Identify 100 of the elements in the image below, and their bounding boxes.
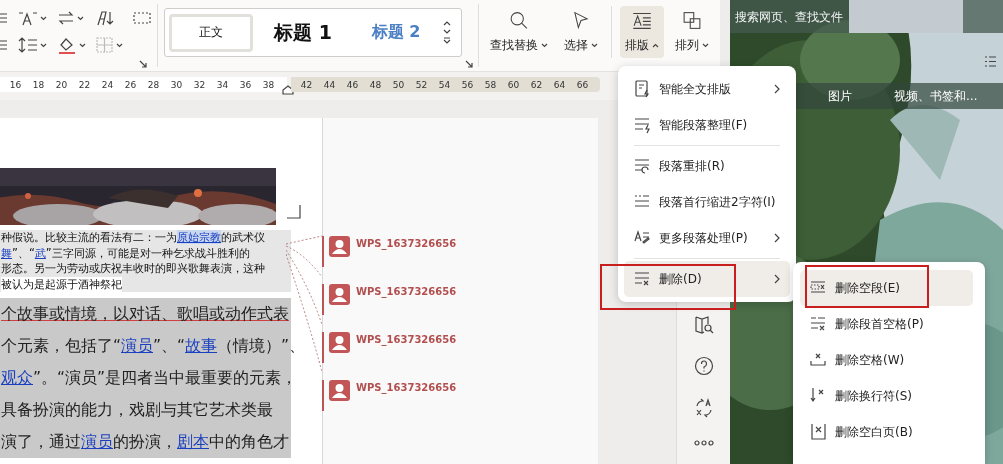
menu-item[interactable]: 智能全文排版: [624, 71, 790, 107]
comment-author: WPS_1637326656: [356, 382, 457, 393]
caret-down-icon: [77, 15, 84, 21]
menu-item[interactable]: 段落首行缩进2字符(I): [624, 184, 790, 220]
style-option[interactable]: 正文: [169, 13, 253, 52]
comment-author: WPS_1637326656: [356, 238, 457, 249]
link[interactable]: 演员: [121, 337, 154, 355]
ruler-number: 54: [437, 79, 452, 90]
link[interactable]: 舞: [1, 245, 12, 260]
ribbon-tool[interactable]: 选择: [559, 6, 603, 58]
ruler-number: 38: [261, 79, 276, 90]
ruler-number: 42: [299, 79, 314, 90]
caret-down-icon: [591, 43, 598, 48]
comment-author: WPS_1637326656: [356, 286, 457, 297]
ruler-number: 18: [31, 79, 46, 90]
caret-up-icon: [652, 43, 659, 48]
caret-down-icon: [541, 43, 548, 48]
link[interactable]: 原始宗教: [177, 230, 221, 244]
fill-color-icon: [57, 36, 77, 54]
ruler-number: 34: [215, 79, 230, 90]
book-search-icon: [693, 314, 714, 334]
text-line: 观众”。“演员”是四者当中最重要的元素，: [1, 368, 298, 389]
delete-format-icon: [810, 423, 826, 441]
dialog-launcher-icon: [139, 60, 147, 68]
tab[interactable]: 图片: [828, 88, 852, 104]
ruler-number: 30: [169, 79, 184, 90]
ribbon-tool[interactable]: 查找替换: [485, 6, 553, 58]
style-option[interactable]: 标题 2: [353, 13, 439, 52]
convert-icon: [57, 11, 75, 25]
delete-format-icon: [634, 270, 650, 288]
ruler-number: 32: [192, 79, 207, 90]
ruler-number: 16: [8, 79, 23, 90]
ruler-number: 36: [238, 79, 253, 90]
ruler-number: 24: [100, 79, 115, 90]
smart-paragraph-icon: [634, 116, 650, 134]
ruler-number: 28: [146, 79, 161, 90]
link[interactable]: 武: [34, 245, 46, 260]
dialog-launcher-icon: [465, 60, 473, 68]
stack-icon: [680, 10, 704, 31]
ruler-number: 56: [460, 79, 475, 90]
ruler-number: 58: [483, 79, 498, 90]
ruler-number: 66: [575, 79, 590, 90]
tab[interactable]: 视频、书签和…: [894, 88, 978, 104]
caret-down-icon: [79, 42, 86, 48]
avatar-icon: [329, 236, 350, 257]
ruler-number: 52: [414, 79, 429, 90]
help-icon: [693, 356, 714, 376]
menu-item[interactable]: 删除换行符(S): [800, 378, 973, 414]
menu-item[interactable]: 段落重排(R): [624, 148, 790, 184]
line-spacing-icon: [18, 37, 38, 53]
menu-item[interactable]: 删除(D): [624, 261, 790, 297]
delete-format-icon: [810, 351, 826, 369]
reflow-icon: [634, 157, 650, 175]
menu-item[interactable]: 删除空段(E): [800, 270, 973, 306]
ruler-number: 46: [345, 79, 360, 90]
avatar-icon: [329, 332, 350, 353]
text-line: 个故事或情境，以对话、歌唱或动作式表: [1, 304, 289, 325]
more-icon: [693, 440, 714, 446]
caret-down-icon: [40, 15, 47, 21]
ruler-number: 64: [552, 79, 567, 90]
menu-item[interactable]: 智能段落整理(F): [624, 107, 790, 143]
smart-document-icon: [634, 80, 650, 98]
ruler-number: 50: [391, 79, 406, 90]
menu-item[interactable]: 更多段落处理(P): [624, 220, 790, 256]
search-placeholder: 搜索网页、查找文件: [734, 8, 843, 25]
menu-item[interactable]: 删除空格(W): [800, 342, 973, 378]
paragraph-line: 形态。另一为劳动或庆祝丰收时的即兴歌舞表演，这种: [1, 261, 265, 277]
ruler-number: 22: [77, 79, 92, 90]
text-line: 演了，通过演员的扮演，剧本中的角色才: [1, 432, 289, 453]
link[interactable]: 故事: [185, 337, 218, 355]
avatar-icon: [329, 380, 350, 401]
caret-down-icon: [702, 43, 709, 48]
search-field[interactable]: 搜索网页、查找文件: [730, 0, 1003, 33]
menu-item[interactable]: 删除空白页(B): [800, 414, 973, 450]
delete-format-icon: [810, 315, 826, 333]
translate-icon: [693, 398, 714, 418]
menu-item[interactable]: 删除段首空格(P): [800, 306, 973, 342]
paragraph-line: 种假说。比较主流的看法有二：一为原始宗教的武术仪: [1, 230, 265, 246]
ruler-number: 62: [529, 79, 544, 90]
text-layout-icon: [630, 10, 654, 31]
table-border-icon: [133, 11, 151, 25]
caret-down-icon: [40, 42, 47, 48]
ribbon-tool[interactable]: 排列: [670, 6, 714, 58]
comment-author: WPS_1637326656: [356, 334, 457, 345]
crop-mark-icon: [287, 205, 301, 219]
link[interactable]: 演员: [81, 433, 113, 451]
ruler-number: 20: [54, 79, 69, 90]
link[interactable]: 观众: [1, 369, 33, 387]
ruler-number: 26: [123, 79, 138, 90]
caret-down-icon: [116, 42, 123, 48]
ribbon-tool[interactable]: 排版: [620, 6, 664, 58]
ruler-number: 44: [322, 79, 337, 90]
gallery-more-icon: [443, 37, 451, 44]
text-line: 个元素，包括了“演员”、“故事（情境）”、: [1, 336, 306, 357]
border-icon: [96, 37, 114, 53]
link[interactable]: 剧本: [177, 433, 209, 451]
style-option[interactable]: 标题 1: [253, 13, 353, 52]
scroll-up-icon: [443, 21, 451, 26]
ruler-number: 48: [368, 79, 383, 90]
sort-icon: [96, 10, 114, 26]
